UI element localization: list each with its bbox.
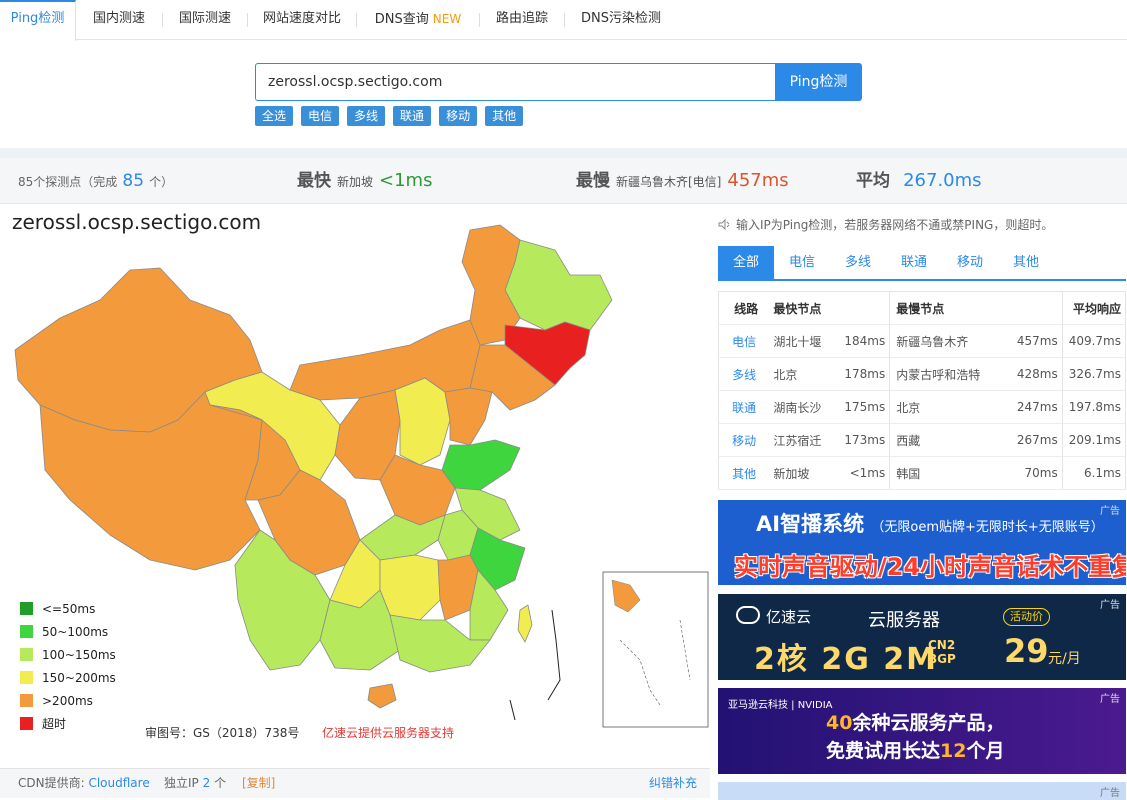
filter-all[interactable]: 全选 bbox=[255, 106, 294, 126]
table-header-row: 线路 最快节点 最慢节点 平均响应 bbox=[718, 291, 1126, 325]
table-row: 移动 江苏宿迁 173ms 西藏 267ms 209.1ms bbox=[718, 423, 1126, 457]
average-stat: 平均 267.0ms bbox=[856, 170, 982, 191]
region-hainan[interactable] bbox=[367, 683, 397, 709]
copy-ip-button[interactable]: [复制] bbox=[242, 769, 275, 797]
legend-item: 100~150ms bbox=[20, 643, 116, 666]
region-taiwan[interactable] bbox=[517, 604, 533, 643]
region-hunan[interactable] bbox=[379, 554, 441, 621]
speaker-icon bbox=[718, 218, 730, 231]
legend-item: 超时 bbox=[20, 712, 116, 735]
ad-banner-ai[interactable]: 广告 AI智播系统 （无限oem贴牌+无限时长+无限账号） 实时声音驱动/24小… bbox=[718, 500, 1126, 585]
filter-telecom[interactable]: 电信 bbox=[301, 106, 340, 126]
sponsor-link[interactable]: 亿速云提供云服务器支持 bbox=[322, 724, 454, 741]
ip-count: 2 bbox=[202, 776, 211, 790]
isp-link[interactable]: 移动 bbox=[718, 423, 768, 457]
legend-item: 50~100ms bbox=[20, 620, 116, 643]
subtab-telecom[interactable]: 电信 bbox=[774, 246, 830, 279]
filter-multiline[interactable]: 多线 bbox=[347, 106, 386, 126]
isp-link[interactable]: 多线 bbox=[718, 357, 768, 391]
legend-item: 150~200ms bbox=[20, 666, 116, 689]
isp-link[interactable]: 电信 bbox=[718, 324, 768, 358]
region-shandong[interactable] bbox=[441, 439, 521, 491]
result-tabs: 全部 电信 多线 联通 移动 其他 bbox=[718, 246, 1126, 281]
host-input[interactable]: zerossl.ocsp.sectigo.com bbox=[255, 63, 775, 101]
latency-legend: <=50ms 50~100ms 100~150ms 150~200ms >200… bbox=[20, 597, 116, 735]
tab-traceroute[interactable]: 路由追踪 bbox=[480, 0, 564, 40]
ad-banner-aws[interactable]: 广告 亚马逊云科技 | NVIDIA 40余种云服务产品， 免费试用长达12个月 bbox=[718, 688, 1126, 774]
region-heilongjiang[interactable] bbox=[504, 239, 613, 331]
tab-dns-query[interactable]: DNS查询 NEW bbox=[357, 0, 479, 40]
slowest-stat: 最慢 新疆乌鲁木齐[电信] 457ms bbox=[576, 170, 789, 191]
fastest-stat: 最快 新加坡 <1ms bbox=[297, 170, 433, 191]
region-shanxi[interactable] bbox=[394, 377, 451, 466]
stats-bar: 85个探测点（完成 85 个） 最快 新加坡 <1ms 最慢 新疆乌鲁木齐[电信] 45… bbox=[0, 158, 1127, 204]
report-correction-link[interactable]: 纠错补充 bbox=[649, 769, 697, 797]
notice: 输入IP为Ping检测，若服务器网络不通或禁PING，则超时。 bbox=[718, 216, 1053, 233]
cdn-info-bar: CDN提供商: Cloudflare 独立IP 2 个 [复制] 纠错补充 bbox=[0, 768, 710, 798]
cdn-provider[interactable]: Cloudflare bbox=[88, 776, 149, 790]
tab-intl-speed[interactable]: 国际测速 bbox=[163, 0, 247, 40]
isp-link[interactable]: 联通 bbox=[718, 390, 768, 424]
table-row: 电信 湖北十堰 184ms 新疆乌鲁木齐 457ms 409.7ms bbox=[718, 324, 1126, 358]
subtab-other[interactable]: 其他 bbox=[998, 246, 1054, 279]
ad-banner-cloud-server[interactable]: 广告 亿速云 云服务器 活动价 2核 2G 2M CN2 BGP 29 元/月 bbox=[718, 594, 1126, 680]
tab-ping[interactable]: Ping检测 bbox=[0, 0, 76, 41]
filter-other[interactable]: 其他 bbox=[485, 106, 524, 126]
legend-item: <=50ms bbox=[20, 597, 116, 620]
table-row: 联通 湖南长沙 175ms 北京 247ms 197.8ms bbox=[718, 390, 1126, 424]
table-row: 多线 北京 178ms 内蒙古呼和浩特 428ms 326.7ms bbox=[718, 357, 1126, 391]
legend-item: >200ms bbox=[20, 689, 116, 712]
tab-dns-pollution[interactable]: DNS污染检测 bbox=[565, 0, 677, 40]
tab-site-compare[interactable]: 网站速度对比 bbox=[248, 0, 356, 40]
ad-banner-4[interactable]: 广告 bbox=[718, 782, 1126, 800]
subtab-all[interactable]: 全部 bbox=[718, 246, 774, 279]
filter-unicom[interactable]: 联通 bbox=[393, 106, 432, 126]
map-review-number: 审图号：GS（2018）738号 bbox=[145, 726, 300, 740]
top-nav-tabs: Ping检测 国内测速 国际测速 网站速度对比 DNS查询 NEW 路由追踪 DN… bbox=[0, 0, 1127, 41]
subtab-multiline[interactable]: 多线 bbox=[830, 246, 886, 279]
region-inner-mongolia[interactable] bbox=[289, 319, 481, 401]
ping-button[interactable]: Ping检测 bbox=[775, 63, 862, 101]
new-badge: NEW bbox=[432, 12, 462, 26]
table-row: 其他 新加坡 <1ms 韩国 70ms 6.1ms bbox=[718, 456, 1126, 490]
cloud-logo-icon bbox=[736, 606, 760, 624]
isp-filters: 全选 电信 多线 联通 移动 其他 bbox=[255, 106, 524, 126]
region-hebei[interactable] bbox=[444, 387, 493, 446]
probe-summary: 85个探测点（完成 85 个） bbox=[18, 171, 174, 191]
filter-mobile[interactable]: 移动 bbox=[439, 106, 478, 126]
subtab-mobile[interactable]: 移动 bbox=[942, 246, 998, 279]
isp-link[interactable]: 其他 bbox=[718, 456, 768, 490]
isp-summary-table: 线路 最快节点 最慢节点 平均响应 电信 湖北十堰 184ms 新疆乌鲁木齐 4… bbox=[718, 291, 1126, 490]
tab-domestic-speed[interactable]: 国内测速 bbox=[76, 0, 162, 40]
subtab-unicom[interactable]: 联通 bbox=[886, 246, 942, 279]
